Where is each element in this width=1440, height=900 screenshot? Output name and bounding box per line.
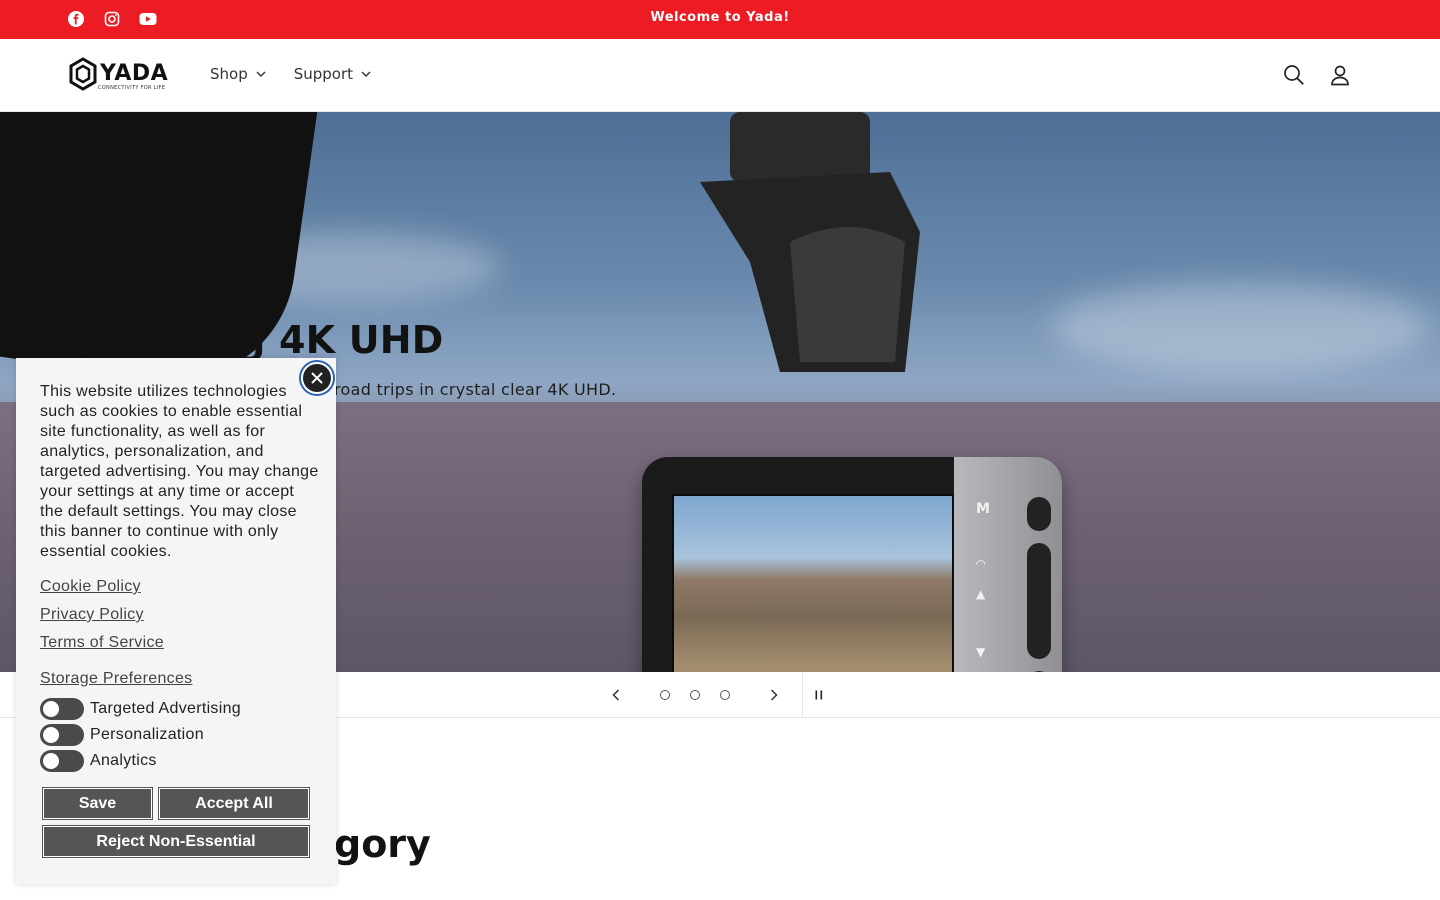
logo-hexagon-icon bbox=[69, 57, 97, 91]
slide-dot-1[interactable] bbox=[660, 690, 670, 700]
search-icon[interactable] bbox=[1282, 63, 1306, 87]
account-icon[interactable] bbox=[1328, 63, 1352, 87]
hero-title: Stunning 4K UHD bbox=[70, 318, 444, 362]
yada-logo[interactable]: YADA CONNECTIVITY FOR LIFE bbox=[68, 57, 168, 91]
pause-icon bbox=[815, 690, 823, 700]
nav-item-label: Support bbox=[293, 65, 354, 83]
terms-of-service-link[interactable]: Terms of Service bbox=[40, 634, 164, 652]
announcement-bar: Welcome to Yada! bbox=[0, 0, 1440, 39]
chevron-left-icon bbox=[612, 689, 620, 701]
site-header: YADA CONNECTIVITY FOR LIFE Shop Support bbox=[0, 39, 1440, 112]
privacy-policy-link[interactable]: Privacy Policy bbox=[40, 606, 144, 624]
controls-divider bbox=[802, 672, 803, 718]
next-slide-button[interactable] bbox=[764, 686, 784, 704]
pref-label: Targeted Advertising bbox=[90, 700, 241, 717]
hero-subtitle: road trips in crystal clear 4K UHD. bbox=[334, 380, 617, 399]
previous-slide-button[interactable] bbox=[606, 686, 626, 704]
wifi-icon: ◠ bbox=[976, 557, 986, 571]
pref-analytics: Analytics bbox=[40, 750, 157, 772]
logo-tagline: CONNECTIVITY FOR LIFE bbox=[98, 85, 166, 91]
arrow-down-icon: ▼ bbox=[976, 645, 986, 659]
dashcam-image: M ◠ ▲ ▼ OK bbox=[642, 457, 1062, 672]
section-heading: gory bbox=[334, 822, 431, 866]
slide-dot-2[interactable] bbox=[690, 690, 700, 700]
cookie-policy-link[interactable]: Cookie Policy bbox=[40, 578, 141, 596]
reject-non-essential-button[interactable]: Reject Non-Essential bbox=[42, 825, 310, 858]
arrow-up-icon: ▲ bbox=[976, 587, 986, 601]
toggle-knob bbox=[43, 727, 59, 743]
dashcam-side-button bbox=[1027, 497, 1051, 531]
dashcam-mount-image bbox=[700, 112, 920, 372]
targeted-advertising-toggle[interactable] bbox=[40, 698, 84, 720]
pref-personalization: Personalization bbox=[40, 724, 204, 746]
header-icons bbox=[1282, 63, 1352, 87]
pref-label: Analytics bbox=[90, 752, 157, 769]
chevron-right-icon bbox=[770, 689, 778, 701]
analytics-toggle[interactable] bbox=[40, 750, 84, 772]
chevron-down-icon bbox=[361, 71, 371, 77]
chevron-down-icon bbox=[256, 71, 266, 77]
dashcam-button-m: M bbox=[976, 501, 990, 517]
slide-dot-3[interactable] bbox=[720, 690, 730, 700]
save-button[interactable]: Save bbox=[42, 787, 153, 820]
nav-item-shop[interactable]: Shop bbox=[210, 65, 266, 83]
announcement-message: Welcome to Yada! bbox=[650, 10, 790, 25]
dashcam-screen bbox=[672, 494, 954, 672]
nav-item-support[interactable]: Support bbox=[294, 65, 371, 83]
hero-cloud bbox=[1050, 282, 1430, 372]
personalization-toggle[interactable] bbox=[40, 724, 84, 746]
pause-slideshow-button[interactable] bbox=[810, 686, 828, 704]
storage-preferences-link[interactable]: Storage Preferences bbox=[40, 670, 192, 688]
logo-wordmark: YADA bbox=[100, 61, 169, 86]
toggle-knob bbox=[43, 701, 59, 717]
nav-item-label: Shop bbox=[210, 65, 248, 83]
toggle-knob bbox=[43, 753, 59, 769]
accept-all-button[interactable]: Accept All bbox=[158, 787, 310, 820]
cookie-description: This website utilizes technologies such … bbox=[40, 383, 319, 560]
main-nav: Shop Support bbox=[210, 65, 371, 83]
cookie-banner: This website utilizes technologies such … bbox=[16, 358, 336, 884]
pref-label: Personalization bbox=[90, 726, 204, 743]
dashcam-side-button bbox=[1027, 543, 1051, 659]
pref-targeted-advertising: Targeted Advertising bbox=[40, 698, 241, 720]
